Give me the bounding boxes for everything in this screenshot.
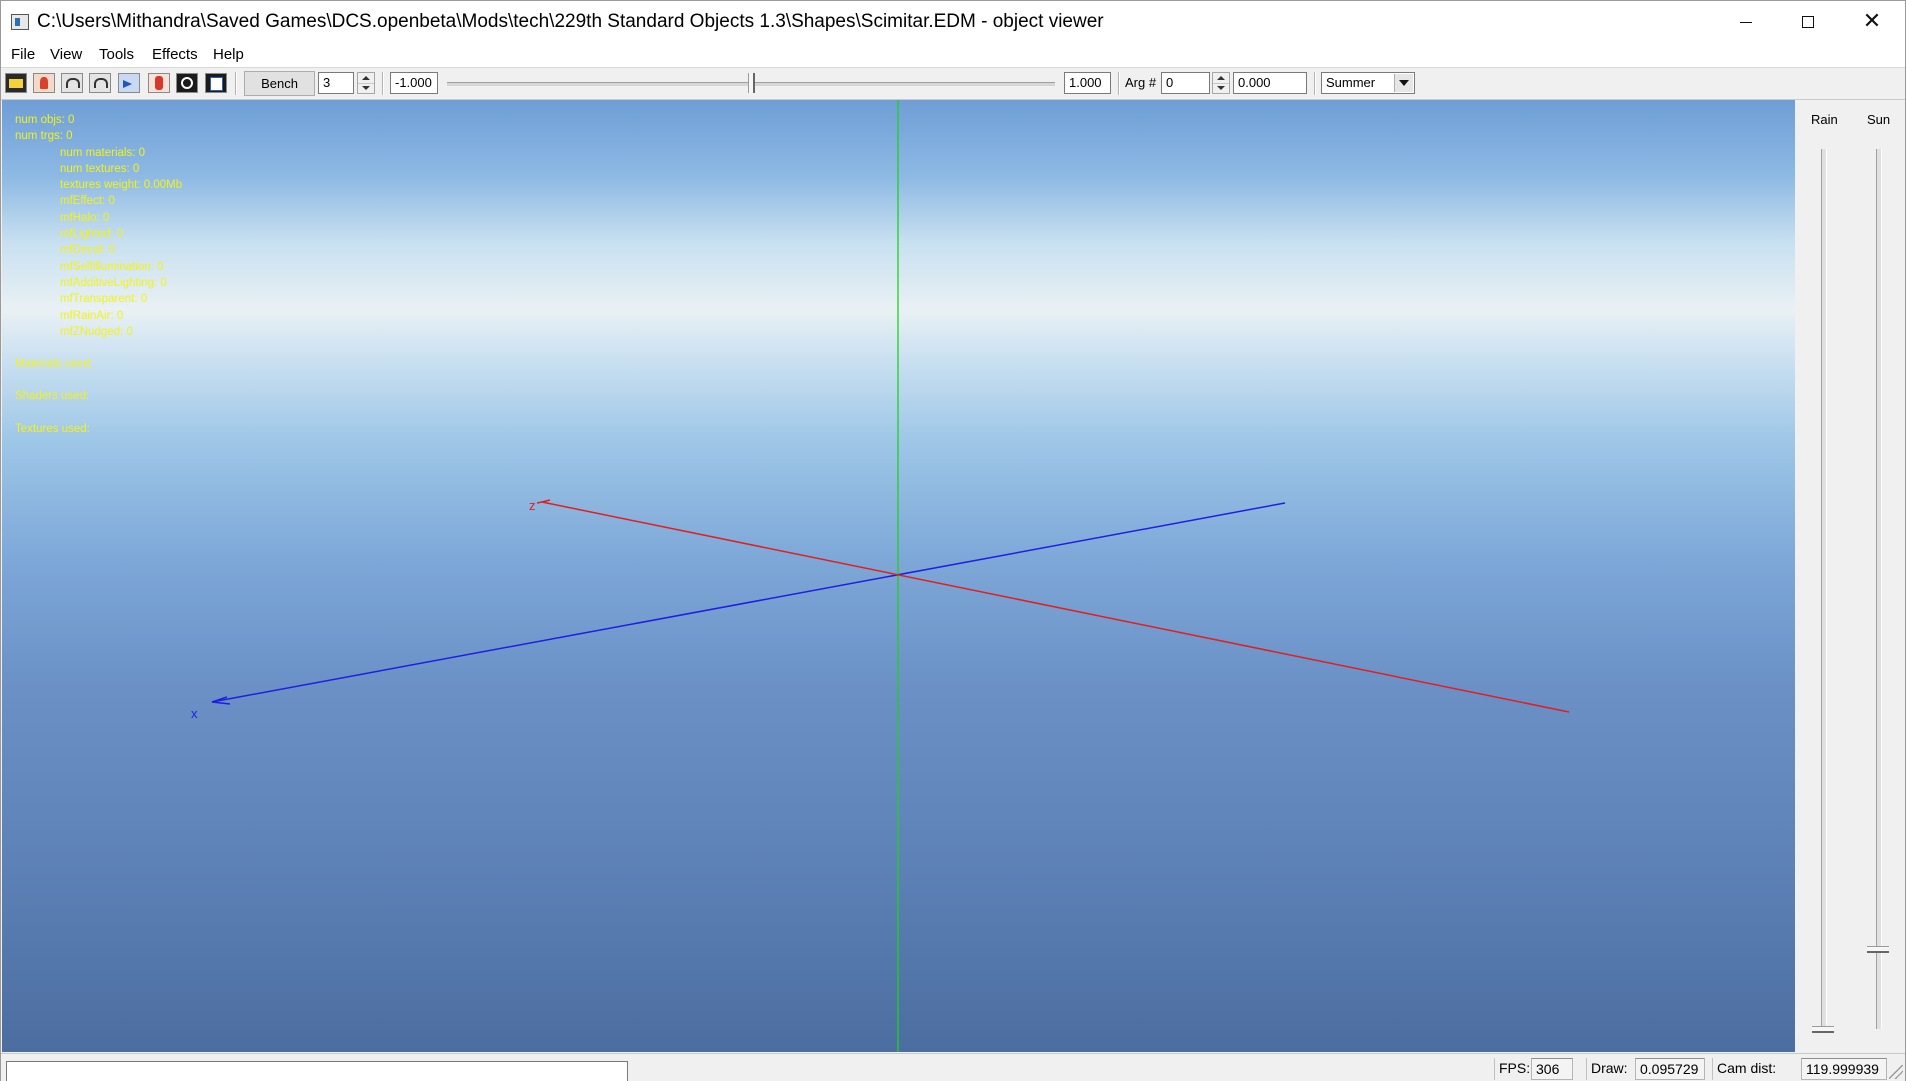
resize-grip-icon[interactable] — [1889, 1065, 1903, 1079]
materials-used-heading: Materials used: — [15, 358, 93, 371]
stats-gap — [15, 372, 182, 388]
object-viewer-window: C:\Users\Mithandra\Saved Games\DCS.openb… — [0, 0, 1906, 1081]
arg-number-input[interactable]: 0 — [1161, 72, 1210, 94]
pages-icon[interactable] — [205, 73, 227, 93]
z-axis-label: z — [529, 498, 536, 513]
spin-down-icon — [362, 86, 370, 90]
maximize-icon — [1802, 16, 1814, 28]
arg-label: Arg # — [1125, 75, 1157, 90]
spin-divider — [1213, 83, 1229, 84]
cam-dist-label: Cam dist: — [1712, 1058, 1776, 1080]
stat-mf-znudged: mfZNudged: 0 — [60, 325, 133, 338]
stat-num-trgs: num trgs: 0 — [15, 130, 73, 143]
sun-slider-thumb[interactable] — [1867, 946, 1889, 954]
toolbar-separator — [382, 72, 384, 95]
stat-mf-effect: mfEffect: 0 — [60, 195, 115, 208]
app-icon — [11, 14, 29, 30]
cam-dist-value: 119.999939 — [1801, 1058, 1887, 1080]
forward-icon[interactable] — [118, 73, 140, 93]
spin-down-icon — [1217, 86, 1225, 90]
season-select-value: Summer — [1326, 75, 1376, 90]
sun-label: Sun — [1867, 112, 1891, 127]
stat-textures-weight: textures weight: 0.00Mb — [60, 179, 183, 192]
bench-count-spinner[interactable] — [357, 72, 375, 94]
fps-value: 306 — [1531, 1058, 1573, 1080]
bench-button[interactable]: Bench — [244, 71, 315, 96]
3d-viewport[interactable]: x z num objs: 0 num trgs: 0 num material… — [2, 100, 1795, 1052]
chevron-down-icon[interactable] — [1394, 74, 1413, 92]
minimize-icon — [1740, 21, 1752, 23]
undo-icon[interactable] — [61, 73, 83, 93]
minimize-button[interactable] — [1715, 1, 1777, 43]
status-bar: FPS: 306 Draw: 0.095729 Cam dist: 119.99… — [1, 1053, 1905, 1081]
x-axis-line — [211, 502, 1286, 703]
arg-value-input[interactable]: 0.000 — [1233, 72, 1307, 94]
stat-mf-transparent: mfTransparent: 0 — [60, 293, 148, 306]
stat-mf-self-illumination: mfSelfIllumination: 0 — [60, 260, 164, 273]
toolbar: Bench 3 -1.000 1.000 Arg # 0 0.000 Summe… — [1, 68, 1905, 100]
toolbar-separator — [235, 72, 237, 95]
stat-mf-rain-air: mfRainAir: 0 — [60, 309, 124, 322]
menu-effects[interactable]: Effects — [152, 46, 198, 63]
menu-bar: File View Tools Effects Help — [1, 43, 1905, 68]
window-title: C:\Users\Mithandra\Saved Games\DCS.openb… — [37, 11, 1104, 32]
sun-slider-track[interactable] — [1876, 149, 1882, 1029]
redo-icon[interactable] — [89, 73, 111, 93]
stat-mf-decal: mfDecal: 0 — [60, 244, 115, 257]
stats-gap — [15, 405, 182, 421]
range-min-input[interactable]: -1.000 — [390, 72, 438, 94]
stat-num-textures: num textures: 0 — [60, 162, 140, 175]
axes-overlay: x z — [191, 100, 1570, 1052]
spin-up-icon — [362, 76, 370, 80]
stat-num-objs: num objs: 0 — [15, 114, 75, 126]
rain-slider-thumb[interactable] — [1812, 1025, 1834, 1033]
shaders-used-heading: Shaders used: — [15, 390, 90, 403]
close-button[interactable]: ✕ — [1841, 1, 1903, 43]
menu-file[interactable]: File — [11, 46, 35, 63]
season-select[interactable]: Summer — [1321, 72, 1415, 94]
menu-view[interactable]: View — [50, 46, 82, 63]
rain-slider-track[interactable] — [1821, 149, 1827, 1029]
fps-label: FPS: — [1494, 1058, 1530, 1080]
stats-gap — [15, 340, 182, 356]
draw-label: Draw: — [1586, 1058, 1628, 1080]
textures-used-heading: Textures used: — [15, 422, 90, 435]
run-man-icon[interactable] — [33, 73, 55, 93]
toolbar-separator — [1314, 72, 1316, 95]
zoom-icon[interactable] — [176, 73, 198, 93]
range-max-input[interactable]: 1.000 — [1064, 72, 1111, 94]
spin-up-icon — [1217, 76, 1225, 80]
stat-mf-halo: mfHalo: 0 — [60, 211, 110, 224]
arg-number-spinner[interactable] — [1212, 72, 1230, 94]
command-input[interactable] — [6, 1061, 628, 1081]
x-axis-label: x — [191, 706, 198, 721]
argument-slider-thumb[interactable] — [747, 73, 755, 93]
menu-tools[interactable]: Tools — [99, 46, 134, 63]
weather-panel: Rain Sun — [1797, 100, 1905, 1052]
open-folder-icon[interactable] — [5, 73, 27, 93]
stat-mf-lighted: mfLighted: 0 — [60, 228, 124, 241]
menu-help[interactable]: Help — [213, 46, 244, 63]
bench-count-input[interactable]: 3 — [318, 72, 354, 94]
animation-man-icon[interactable] — [148, 73, 170, 93]
spin-divider — [358, 83, 374, 84]
draw-value: 0.095729 — [1635, 1058, 1705, 1080]
model-stats-overlay: num objs: 0 num trgs: 0 num materials: 0… — [15, 112, 182, 437]
maximize-button[interactable] — [1777, 1, 1839, 43]
close-icon: ✕ — [1862, 9, 1882, 34]
toolbar-separator — [1118, 72, 1120, 95]
stat-mf-additive-lighting: mfAdditiveLighting: 0 — [60, 276, 167, 289]
stat-num-materials: num materials: 0 — [60, 146, 146, 159]
z-axis-line — [541, 501, 1570, 713]
rain-label: Rain — [1811, 112, 1838, 127]
title-bar[interactable]: C:\Users\Mithandra\Saved Games\DCS.openb… — [1, 1, 1905, 43]
